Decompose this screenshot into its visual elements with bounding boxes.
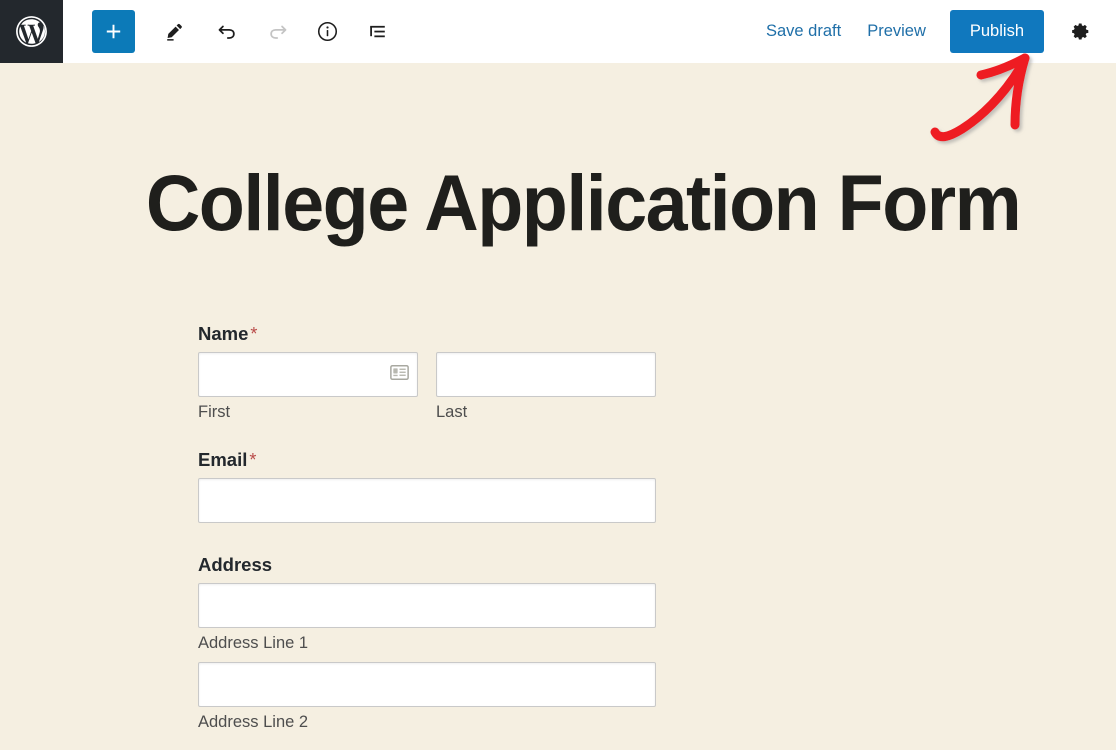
form-field-name: Name * First Last: [198, 323, 656, 422]
undo-arrow-icon: [215, 19, 240, 44]
redo-button[interactable]: [255, 10, 299, 54]
page-title[interactable]: College Application Form: [139, 161, 1027, 244]
required-asterisk: *: [249, 450, 257, 470]
redo-arrow-icon: [265, 19, 290, 44]
editor-canvas: College Application Form Name * First La…: [0, 63, 1116, 750]
email-label-text: Email: [198, 449, 248, 470]
address-label-text: Address: [198, 554, 273, 575]
address-line-1-sub-label: Address Line 1: [198, 634, 309, 652]
first-name-sub-label: First: [198, 403, 231, 421]
edit-mode-button[interactable]: [153, 10, 197, 54]
last-name-column: Last: [436, 352, 656, 422]
first-name-input-wrap: [198, 352, 418, 397]
preview-button[interactable]: Preview: [854, 14, 939, 49]
plus-icon: [102, 20, 125, 43]
address-field-label: Address: [198, 554, 656, 576]
last-name-sub-label: Last: [436, 403, 468, 421]
pencil-icon: [163, 20, 187, 44]
form-field-email: Email *: [198, 449, 656, 523]
college-application-form: Name * First Last Email * Address Addres…: [198, 323, 656, 732]
wordpress-logo-button[interactable]: [0, 0, 63, 63]
info-circle-icon: [315, 19, 340, 44]
address-line-2-sub-label: Address Line 2: [198, 713, 309, 731]
save-draft-button[interactable]: Save draft: [753, 14, 854, 49]
name-inputs-row: First Last: [198, 352, 656, 422]
add-block-button[interactable]: [92, 10, 135, 53]
toolbar-right-actions: Save draft Preview Publish: [753, 0, 1116, 63]
address-line-2-input[interactable]: [198, 662, 656, 707]
gear-icon: [1069, 20, 1092, 43]
last-name-input[interactable]: [436, 352, 656, 397]
editor-toolbar: Save draft Preview Publish: [0, 0, 1116, 63]
list-view-icon: [365, 19, 390, 44]
required-asterisk: *: [250, 324, 258, 344]
form-field-address: Address Address Line 1 Address Line 2: [198, 554, 656, 732]
details-button[interactable]: [305, 10, 349, 54]
toolbar-left-actions: [63, 0, 405, 63]
name-label-text: Name: [198, 323, 249, 344]
email-field-label: Email *: [198, 449, 656, 471]
email-input[interactable]: [198, 478, 656, 523]
publish-button[interactable]: Publish: [949, 10, 1044, 53]
undo-button[interactable]: [205, 10, 249, 54]
wordpress-logo-icon: [13, 13, 50, 50]
name-field-label: Name *: [198, 323, 656, 345]
address-line-1-input[interactable]: [198, 583, 656, 628]
list-view-button[interactable]: [355, 10, 399, 54]
first-name-column: First: [198, 352, 418, 422]
settings-button[interactable]: [1058, 10, 1102, 54]
first-name-input[interactable]: [198, 352, 418, 397]
